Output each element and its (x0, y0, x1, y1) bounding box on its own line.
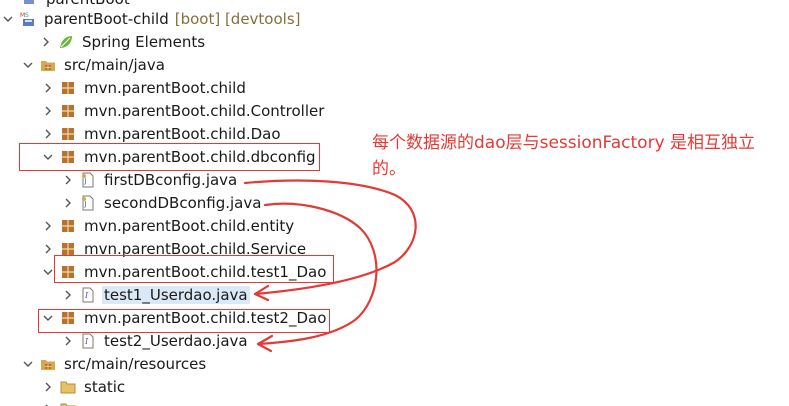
tree-item-label: secondDBconfig.java (104, 194, 262, 212)
chevron-right-icon[interactable] (42, 243, 54, 255)
chevron-right-icon[interactable] (42, 105, 54, 117)
java-interface-file-icon: I (80, 333, 96, 349)
tree-item-label: mvn.parentBoot.child.Controller (84, 102, 325, 120)
tree-item-label: parentBoot (44, 0, 132, 8)
java-class-file-icon: J (80, 172, 96, 188)
spring-leaf-icon (58, 34, 74, 50)
tree-item-src-main-resources[interactable]: src/main/resources (22, 353, 208, 375)
tree-item-file-first-db-config[interactable]: J firstDBconfig.java (62, 169, 239, 191)
chevron-right-icon[interactable] (62, 335, 74, 347)
package-icon (60, 218, 76, 234)
tree-item-package-entity[interactable]: mvn.parentBoot.child.entity (42, 215, 296, 237)
source-folder-icon (40, 57, 56, 73)
maven-project-icon: M S (20, 11, 36, 27)
tree-item-label: static (84, 378, 126, 396)
chevron-right-icon[interactable] (42, 128, 54, 140)
tree-item-file-second-db-config[interactable]: J secondDBconfig.java (62, 192, 263, 214)
tree-item-file-test2-userdao[interactable]: I test2_Userdao.java (62, 330, 250, 352)
chevron-down-icon[interactable] (22, 59, 34, 71)
tree-item-label: mvn.parentBoot.child.Dao (84, 125, 281, 143)
tree-item-package-dao[interactable]: mvn.parentBoot.child.Dao (42, 123, 283, 145)
chevron-right-icon[interactable] (42, 220, 54, 232)
project-decorator: [boot] [devtools] (174, 10, 301, 28)
svg-text:J: J (84, 200, 87, 208)
chevron-down-icon[interactable] (2, 13, 14, 25)
package-icon (60, 103, 76, 119)
tree-item-src-main-java[interactable]: src/main/java (22, 54, 167, 76)
arrow-head-test1 (253, 284, 270, 302)
folder-icon (60, 401, 76, 406)
tree-item-label: test2_Userdao.java (104, 332, 248, 350)
tree-item-package-controller[interactable]: mvn.parentBoot.child.Controller (42, 100, 326, 122)
folder-icon (60, 379, 76, 395)
tree-item-label: firstDBconfig.java (104, 171, 238, 189)
highlight-box-test1-dao (54, 255, 334, 283)
chevron-right-icon[interactable] (62, 197, 74, 209)
chevron-right-icon[interactable] (62, 289, 74, 301)
java-class-file-icon: J (80, 195, 96, 211)
highlight-box-dbconfig (19, 143, 320, 171)
source-folder-icon (40, 356, 56, 372)
tree-item-package-child[interactable]: mvn.parentBoot.child (42, 77, 248, 99)
tree-item-label: src/main/resources (64, 355, 207, 373)
java-interface-file-icon: I (80, 287, 96, 303)
tree-item-label: src/main/java (64, 56, 165, 74)
tree-item-spring-elements[interactable]: Spring Elements (40, 31, 207, 53)
maven-project-icon: M (22, 0, 38, 7)
project-explorer: M parentBoot M S parentBoot-child [boot]… (0, 0, 789, 406)
tree-item-project[interactable]: M S parentBoot-child [boot] [devtools] (2, 8, 301, 30)
svg-text:J: J (84, 177, 87, 185)
tree-item-file-test1-userdao[interactable]: I test1_Userdao.java (62, 284, 250, 306)
chevron-down-icon[interactable] (22, 358, 34, 370)
tree-item-folder-static[interactable]: static (42, 376, 127, 398)
project-name: parentBoot-child (44, 10, 169, 28)
tree-item-label: Spring Elements (82, 33, 206, 51)
chevron-right-icon[interactable] (40, 36, 52, 48)
tree-item-partial-bottom[interactable] (42, 398, 82, 406)
tree-item-label: mvn.parentBoot.child (84, 79, 246, 97)
package-icon (60, 126, 76, 142)
chevron-right-icon[interactable] (42, 381, 54, 393)
chevron-right-icon[interactable] (42, 82, 54, 94)
highlight-box-test2-dao (38, 309, 330, 333)
arrow-head-test2 (256, 334, 274, 353)
tree-item-label: test1_Userdao.java (102, 286, 250, 304)
tree-item-label: mvn.parentBoot.child.entity (84, 217, 295, 235)
svg-text:S: S (25, 12, 29, 19)
package-icon (60, 80, 76, 96)
annotation-note: 每个数据源的dao层与sessionFactory 是相互独立的。 (372, 133, 756, 179)
chevron-right-icon[interactable] (62, 174, 74, 186)
chevron-down-icon[interactable] (42, 266, 54, 278)
